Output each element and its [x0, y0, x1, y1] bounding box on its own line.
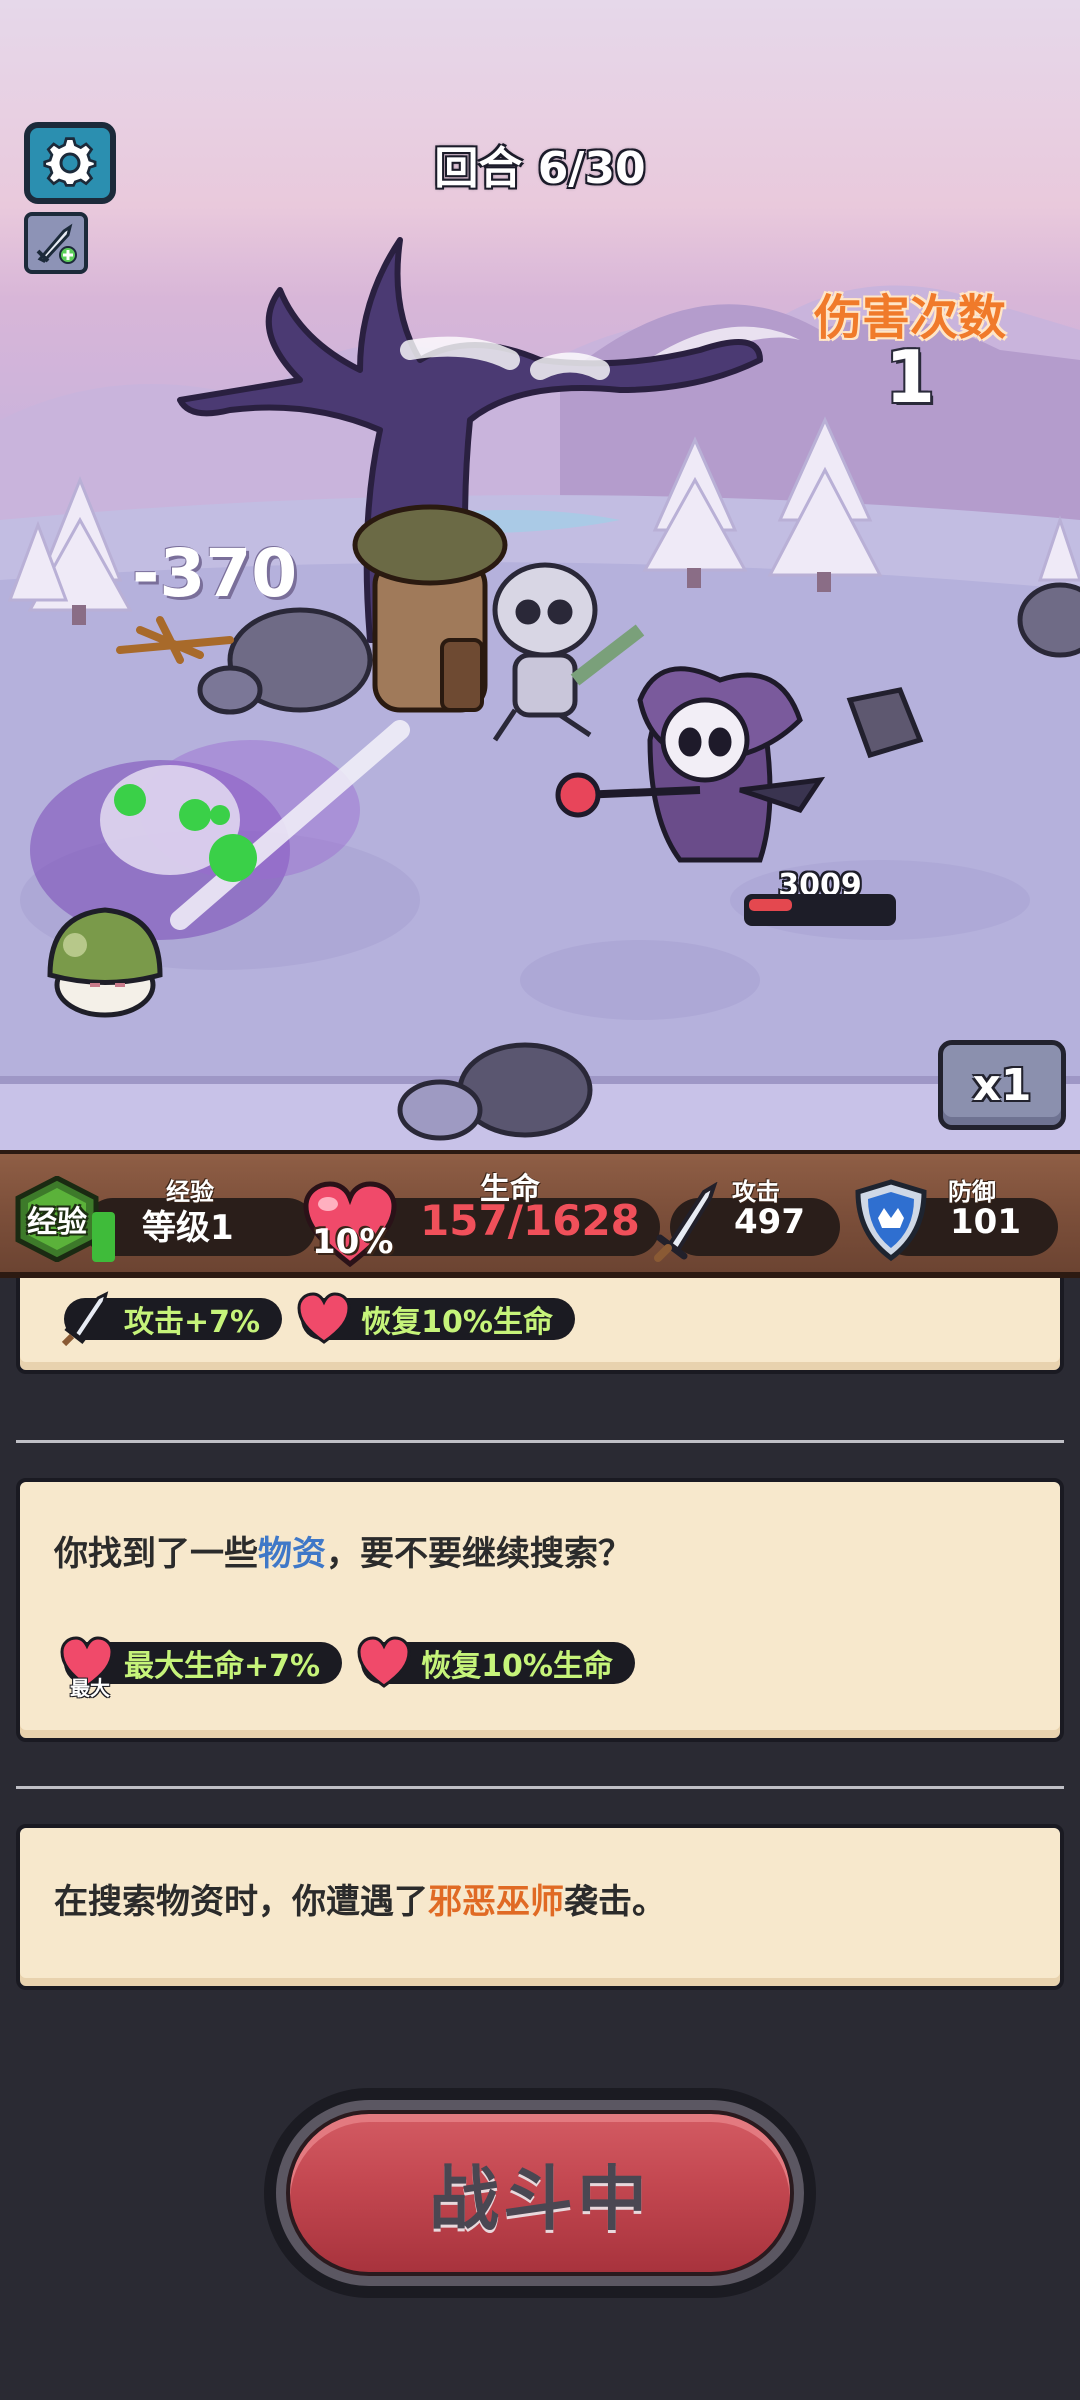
damage-popup: -370	[132, 535, 298, 612]
log-card-encounter: 在搜索物资时，你遭遇了邪恶巫师袭击。	[16, 1824, 1064, 1990]
reward-tag-label: 最大生命+7%	[124, 1649, 321, 1684]
buff-tags: 攻击+7% 恢复10%生命	[61, 1291, 589, 1346]
log-divider	[16, 1786, 1064, 1789]
hit-count-value: 1	[884, 335, 936, 419]
log-text: 在搜索物资时，你遭遇了	[54, 1882, 428, 1922]
heart-icon	[297, 1292, 351, 1344]
hp-value: 157/1628	[420, 1196, 640, 1245]
log-highlight-supplies: 物资	[258, 1534, 326, 1574]
log-card-supplies: 你找到了一些物资，要不要继续搜索？ 最大 最大生命+7% 恢复10%生命	[16, 1478, 1064, 1742]
log-message: 在搜索物资时，你遭遇了邪恶巫师袭击。	[54, 1874, 666, 1923]
buff-tag-heal: 恢复10%生命	[297, 1292, 575, 1344]
log-highlight-enemy: 邪恶巫师	[428, 1882, 564, 1922]
buff-tag-label: 攻击+7%	[124, 1305, 261, 1340]
speed-button[interactable]: x1	[938, 1040, 1066, 1130]
shield-icon	[855, 1179, 927, 1262]
sword-plus-icon	[36, 223, 77, 264]
log-divider	[16, 1440, 1064, 1443]
exp-badge: 经验	[14, 1176, 100, 1262]
log-message: 你找到了一些物资，要不要继续搜索？	[54, 1526, 632, 1575]
def-value: 101	[950, 1202, 1021, 1242]
fighting-button-label: 战斗中	[429, 2157, 651, 2240]
exp-badge-label: 经验	[27, 1205, 87, 1240]
sword-icon	[654, 1182, 718, 1262]
enemy-hp-bar-fill	[749, 899, 792, 911]
enemy-hp-bar	[744, 894, 896, 926]
log-text: ，要不要继续搜索？	[326, 1534, 632, 1574]
sword-icon	[61, 1291, 109, 1346]
fighting-button-rim: 战斗中	[276, 2100, 804, 2286]
reward-tag-label: 恢复10%生命	[421, 1649, 613, 1684]
max-label: 最大	[70, 1676, 110, 1700]
heart-icon	[357, 1636, 411, 1688]
fighting-button[interactable]: 战斗中	[264, 2088, 816, 2298]
round-counter: 回合 6/30	[434, 143, 646, 194]
hp-percent: 10%	[312, 1222, 394, 1262]
reward-tag-heal: 恢复10%生命	[357, 1636, 635, 1688]
atk-value: 497	[734, 1202, 805, 1242]
reward-tags: 最大 最大生命+7% 恢复10%生命	[60, 1636, 649, 1700]
log-text: 袭击。	[564, 1882, 666, 1922]
level-text: 等级1	[142, 1208, 234, 1248]
log-text: 你找到了一些	[54, 1534, 258, 1574]
weapon-skill-button[interactable]	[24, 212, 88, 274]
buff-tag-label: 恢复10%生命	[361, 1305, 553, 1340]
battle-scene: 回合 6/30 伤害次数 1 -370 3009 x1	[0, 0, 1080, 1150]
fighting-button-face: 战斗中	[286, 2110, 794, 2276]
log-card-buffs: 攻击+7% 恢复10%生命	[16, 1278, 1064, 1374]
exp-progress-fill	[92, 1212, 116, 1262]
buff-tag-attack: 攻击+7%	[61, 1291, 283, 1346]
reward-tag-max-hp: 最大 最大生命+7%	[60, 1636, 343, 1700]
